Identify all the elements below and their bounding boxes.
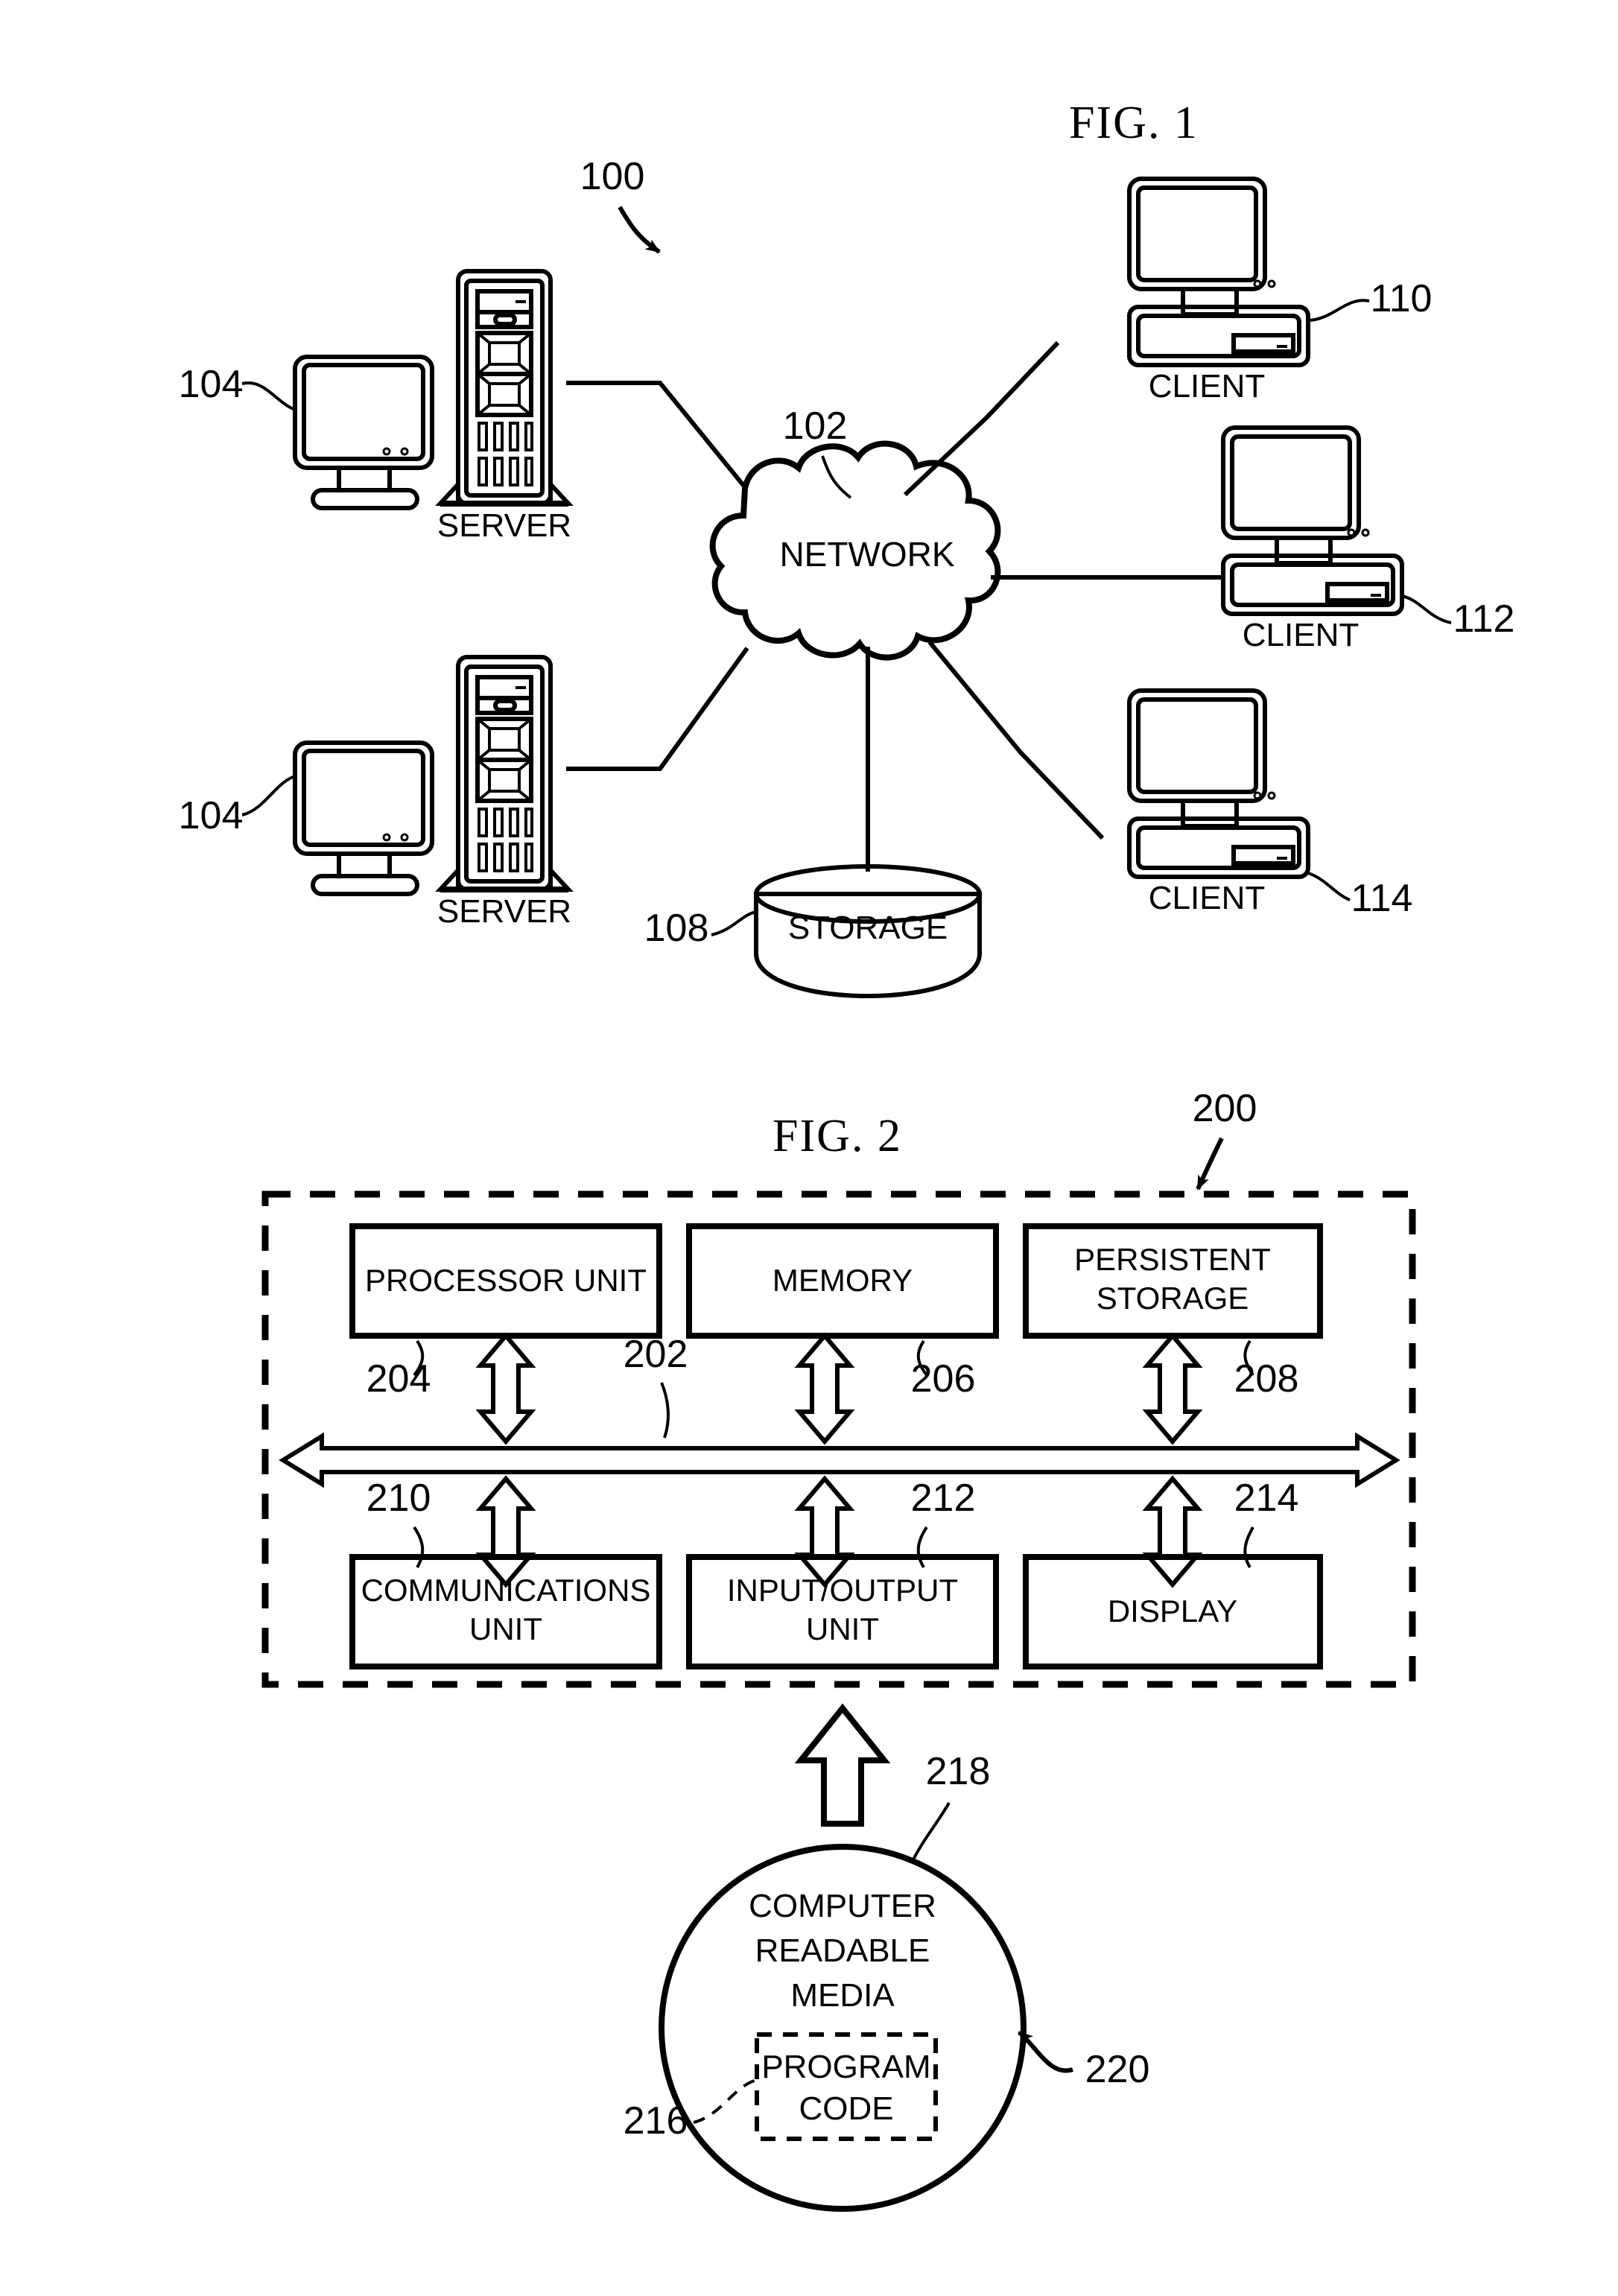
ref-100-leader [618,206,661,254]
ref-112-leader [1401,594,1452,624]
program-code-label-line-1: PROGRAM [761,2049,930,2085]
block-input-output-unit[interactable]: INPUT/OUTPUT UNIT [686,1554,999,1669]
drawing-canvas: FIG. 1 100 SERVER 104 SERVER 104 NETWORK… [179,98,1515,2212]
network-label: NETWORK [779,535,954,574]
computer-readable-media[interactable]: COMPUTER READABLE MEDIA PROGRAM CODE [659,1844,1027,2212]
arrow-processor-to-bus [475,1332,536,1445]
server-1-label: SERVER [437,507,571,544]
block-input-output-unit-label-1: INPUT/OUTPUT [727,1573,958,1608]
block-communications-unit-label-1: COMMUNICATIONS [361,1573,651,1608]
arrow-persistent-storage-to-bus [1142,1332,1203,1445]
block-communications-unit-label-2: UNIT [469,1611,542,1646]
media-label-line-1: COMPUTER [749,1888,936,1924]
server-1-tower [435,269,574,507]
ref-216-leader [693,2078,758,2124]
ref-202-leader [660,1382,670,1439]
fig2-title: FIG. 2 [772,1111,902,1161]
ref-212-leader [916,1526,928,1569]
ref-110-leader [1309,299,1370,322]
server-2-monitor [293,741,434,896]
storage-cylinder[interactable]: STORAGE [754,864,982,999]
ref-110: 110 [1371,277,1433,320]
media-label-line-3: MEDIA [790,1977,895,2014]
link-server1-network [566,381,747,489]
server-2-tower [435,655,574,892]
ref-208: 208 [1234,1357,1299,1401]
arrow-bus-to-io [794,1475,855,1588]
program-code-label-line-2: CODE [799,2090,893,2127]
server-2[interactable]: SERVER [293,655,574,930]
block-memory-label: MEMORY [772,1263,913,1298]
client-114-label: CLIENT [1149,880,1265,916]
block-memory[interactable]: MEMORY [686,1223,999,1339]
link-network-client110 [903,340,1060,497]
ref-200-leader [1196,1137,1224,1190]
server-1[interactable]: SERVER [293,269,574,544]
ref-102-leader [821,455,852,499]
ref-108-leader [711,910,757,936]
arrow-memory-to-bus [794,1332,855,1445]
program-load-arrow [794,1703,891,1827]
ref-214: 214 [1234,1477,1299,1520]
ref-220-leader [1018,2030,1073,2073]
arrow-bus-to-communications [475,1475,536,1588]
link-network-client114 [927,641,1105,840]
ref-102: 102 [783,405,848,448]
client-114[interactable]: CLIENT [1127,688,1310,916]
block-persistent-storage[interactable]: PERSISTENT STORAGE [1023,1223,1323,1339]
link-server2-network [566,647,749,771]
ref-114: 114 [1351,877,1413,920]
ref-100: 100 [580,155,645,198]
block-processor-unit[interactable]: PROCESSOR UNIT [349,1223,662,1339]
ref-212: 212 [911,1477,976,1520]
patent-drawing-sheet: FIG. 1 100 SERVER 104 SERVER 104 NETWORK… [0,0,1618,2296]
ref-104-b-leader [241,775,296,816]
block-communications-unit[interactable]: COMMUNICATIONS UNIT [349,1554,662,1669]
arrow-bus-to-display [1142,1475,1203,1588]
block-processor-unit-label: PROCESSOR UNIT [365,1263,647,1298]
ref-220: 220 [1085,2048,1150,2091]
ref-210: 210 [367,1477,431,1520]
ref-214-leader [1243,1526,1254,1569]
block-display-label: DISPLAY [1108,1593,1237,1629]
storage-label: STORAGE [788,910,948,946]
ref-202: 202 [624,1333,688,1376]
block-persistent-storage-label-1: PERSISTENT [1074,1242,1271,1277]
media-label-line-2: READABLE [755,1932,930,1969]
fig1-title: FIG. 1 [1069,98,1199,148]
ref-108: 108 [644,907,709,950]
ref-218: 218 [926,1750,991,1793]
server-2-label: SERVER [437,893,571,930]
ref-218-leader [910,1802,951,1863]
ref-216: 216 [624,2099,688,2143]
block-persistent-storage-label-2: STORAGE [1097,1281,1249,1316]
ref-210-leader [413,1526,425,1569]
ref-104-a-leader [241,381,296,411]
ref-104-b: 104 [179,794,244,837]
ref-114-leader [1307,872,1351,901]
ref-200: 200 [1193,1087,1257,1130]
server-1-monitor [293,355,434,510]
ref-104-a: 104 [179,363,244,406]
system-bus [279,1432,1400,1488]
client-110[interactable]: CLIENT [1127,177,1310,405]
client-112-label: CLIENT [1243,617,1359,653]
fig1-connection-lines [566,340,1222,872]
block-input-output-unit-label-2: UNIT [806,1611,879,1646]
network-cloud[interactable]: NETWORK [709,440,1001,661]
client-112[interactable]: CLIENT [1221,425,1404,653]
block-display[interactable]: DISPLAY [1023,1554,1323,1669]
ref-112: 112 [1453,597,1515,641]
client-110-label: CLIENT [1149,368,1265,405]
